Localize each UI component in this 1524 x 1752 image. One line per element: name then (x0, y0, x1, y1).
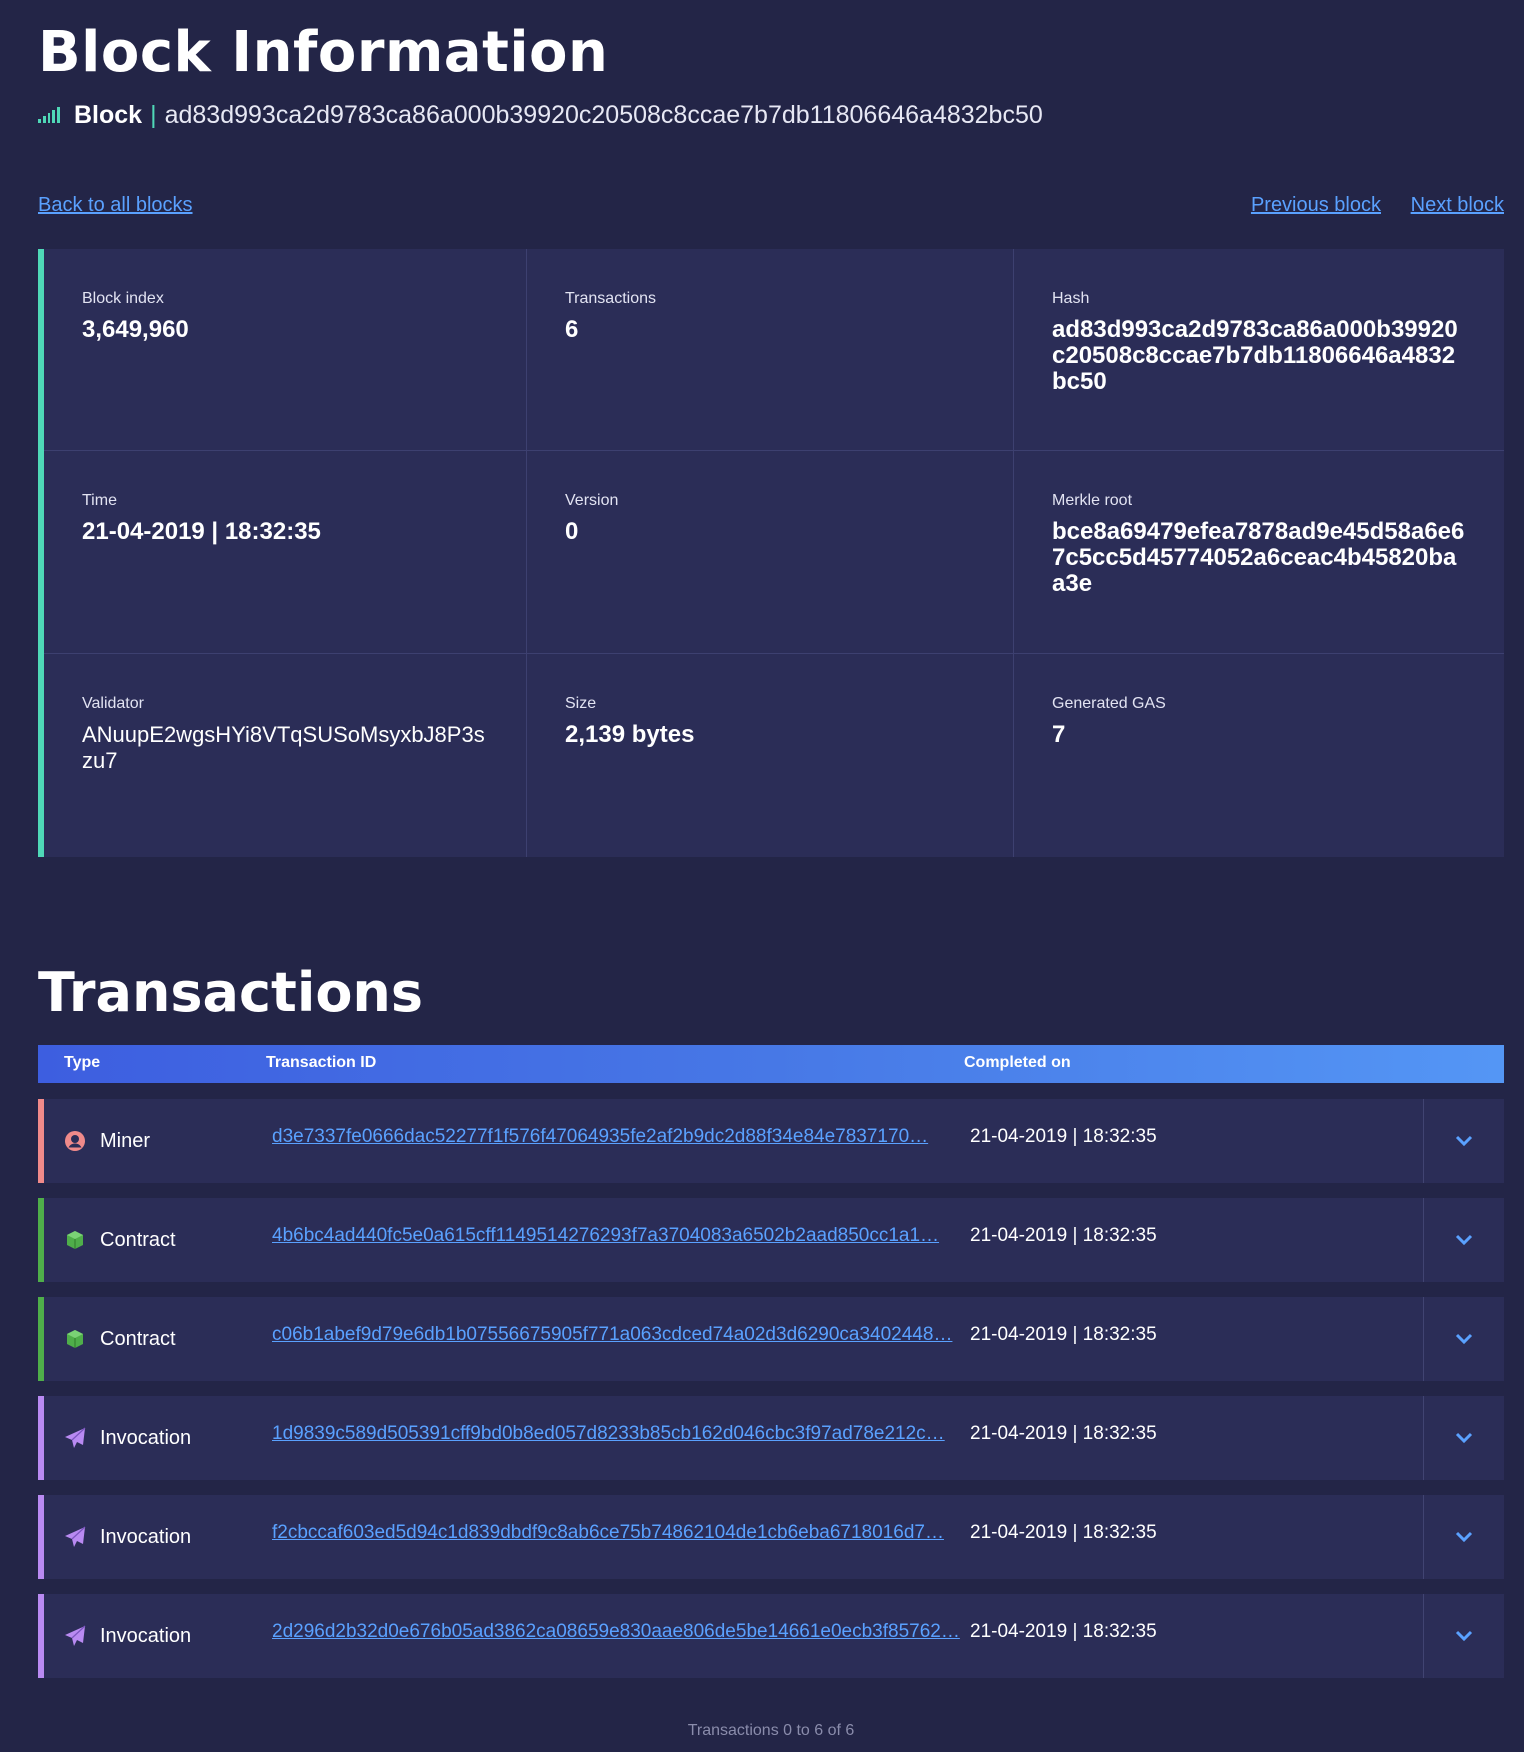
transaction-type-label: Miner (100, 1129, 151, 1152)
info-value: 6 (565, 316, 579, 343)
info-transactions: Transactions 6 (527, 249, 1014, 451)
user-circle-icon (64, 1130, 86, 1152)
previous-block-link[interactable]: Previous block (1251, 194, 1381, 217)
chevron-down-icon (1455, 1135, 1473, 1147)
info-label: Validator (82, 695, 144, 712)
column-header-type: Type (64, 1054, 101, 1071)
expand-row-button[interactable] (1423, 1198, 1504, 1282)
transaction-id-link[interactable]: 4b6bc4ad440fc5e0a615cff1149514276293f7a3… (272, 1225, 962, 1247)
chevron-down-icon (1455, 1531, 1473, 1543)
info-size: Size 2,139 bytes (527, 654, 1014, 857)
completed-on: 21-04-2019 | 18:32:35 (970, 1324, 1157, 1345)
info-label: Size (565, 695, 597, 712)
chevron-down-icon (1455, 1333, 1473, 1345)
completed-on: 21-04-2019 | 18:32:35 (970, 1522, 1157, 1543)
column-header-transaction-id: Transaction ID (266, 1054, 377, 1071)
info-merkle-root: Merkle root bce8a69479efea7878ad9e45d58a… (1014, 451, 1504, 654)
transaction-type: Contract (64, 1297, 176, 1381)
transaction-type-label: Contract (100, 1327, 176, 1350)
transaction-type: Invocation (64, 1594, 191, 1678)
transaction-id-link[interactable]: 1d9839c589d505391cff9bd0b8ed057d8233b85c… (272, 1423, 962, 1445)
info-time: Time 21-04-2019 | 18:32:35 (44, 451, 527, 654)
transactions-table-header: Type Transaction ID Completed on (38, 1045, 1504, 1083)
chevron-down-icon (1455, 1630, 1473, 1642)
info-generated-gas: Generated GAS 7 (1014, 654, 1504, 857)
paper-plane-icon (64, 1625, 86, 1647)
info-value: 7 (1052, 721, 1066, 748)
table-row[interactable]: Invocation 1d9839c589d505391cff9bd0b8ed0… (38, 1396, 1504, 1480)
completed-on: 21-04-2019 | 18:32:35 (970, 1225, 1157, 1246)
info-value: 21-04-2019 | 18:32:35 (82, 518, 321, 545)
info-label: Transactions (565, 290, 656, 307)
column-header-completed-on: Completed on (964, 1054, 1071, 1071)
next-block-link[interactable]: Next block (1411, 194, 1504, 217)
transaction-id-link[interactable]: f2cbccaf603ed5d94c1d839dbdf9c8ab6ce75b74… (272, 1522, 962, 1544)
expand-row-button[interactable] (1423, 1594, 1504, 1678)
signal-bars-icon (38, 107, 60, 123)
block-hash-line: Block | ad83d993ca2d9783ca86a000b39920c2… (38, 98, 1043, 132)
info-validator: Validator ANuupE2wgsHYi8VTqSUSoMsyxbJ8P3… (44, 654, 527, 857)
back-to-all-blocks-link[interactable]: Back to all blocks (38, 194, 193, 217)
completed-on: 21-04-2019 | 18:32:35 (970, 1423, 1157, 1444)
transaction-type: Invocation (64, 1495, 191, 1579)
block-hash: ad83d993ca2d9783ca86a000b39920c20508c8cc… (164, 100, 1043, 129)
info-label: Time (82, 492, 117, 509)
table-row[interactable]: Contract c06b1abef9d79e6db1b07556675905f… (38, 1297, 1504, 1381)
chevron-down-icon (1455, 1432, 1473, 1444)
transaction-id-link[interactable]: 2d296d2b32d0e676b05ad3862ca08659e830aae8… (272, 1621, 962, 1643)
paper-plane-icon (64, 1427, 86, 1449)
block-label: Block (74, 100, 143, 129)
info-label: Hash (1052, 290, 1090, 307)
cube-icon (64, 1229, 86, 1251)
transaction-id-link[interactable]: d3e7337fe0666dac52277f1f576f47064935fe2a… (272, 1126, 962, 1148)
pagination-summary: Transactions 0 to 6 of 6 (687, 1722, 855, 1739)
info-value: bce8a69479efea7878ad9e45d58a6e67c5cc5d45… (1052, 518, 1465, 597)
transaction-type-label: Invocation (100, 1525, 192, 1548)
transaction-type: Invocation (64, 1396, 191, 1480)
info-value: ad83d993ca2d9783ca86a000b39920c20508c8cc… (1052, 316, 1458, 395)
info-value: 3,649,960 (82, 316, 189, 343)
cube-icon (64, 1328, 86, 1350)
table-row[interactable]: Invocation 2d296d2b32d0e676b05ad3862ca08… (38, 1594, 1504, 1678)
info-value: 2,139 bytes (565, 721, 695, 748)
transaction-type-label: Invocation (100, 1624, 192, 1647)
info-label: Generated GAS (1052, 695, 1166, 712)
chevron-down-icon (1455, 1234, 1473, 1246)
page-title: Block Information (38, 20, 609, 85)
transactions-title: Transactions (38, 961, 424, 1024)
transaction-type-label: Contract (100, 1228, 176, 1251)
info-version: Version 0 (527, 451, 1014, 654)
info-value: 0 (565, 518, 579, 545)
transaction-type-label: Invocation (100, 1426, 192, 1449)
block-info-card: Block index 3,649,960 Transactions 6 Has… (38, 249, 1504, 857)
info-label: Block index (82, 290, 164, 307)
table-row[interactable]: Contract 4b6bc4ad440fc5e0a615cff11495142… (38, 1198, 1504, 1282)
completed-on: 21-04-2019 | 18:32:35 (970, 1621, 1157, 1642)
info-block-index: Block index 3,649,960 (44, 249, 527, 451)
expand-row-button[interactable] (1423, 1099, 1504, 1183)
info-hash: Hash ad83d993ca2d9783ca86a000b39920c2050… (1014, 249, 1504, 451)
info-label: Merkle root (1052, 492, 1133, 509)
separator: | (150, 100, 157, 129)
completed-on: 21-04-2019 | 18:32:35 (970, 1126, 1157, 1147)
info-value: ANuupE2wgsHYi8VTqSUSoMsyxbJ8P3szu7 (82, 722, 485, 773)
expand-row-button[interactable] (1423, 1495, 1504, 1579)
info-label: Version (565, 492, 619, 509)
paper-plane-icon (64, 1526, 86, 1548)
transaction-type: Contract (64, 1198, 176, 1282)
expand-row-button[interactable] (1423, 1297, 1504, 1381)
expand-row-button[interactable] (1423, 1396, 1504, 1480)
transaction-id-link[interactable]: c06b1abef9d79e6db1b07556675905f771a063cd… (272, 1324, 962, 1346)
transaction-type: Miner (64, 1099, 150, 1183)
table-row[interactable]: Miner d3e7337fe0666dac52277f1f576f470649… (38, 1099, 1504, 1183)
block-navigation: Back to all blocks Previous block Next b… (38, 194, 1504, 222)
table-row[interactable]: Invocation f2cbccaf603ed5d94c1d839dbdf9c… (38, 1495, 1504, 1579)
